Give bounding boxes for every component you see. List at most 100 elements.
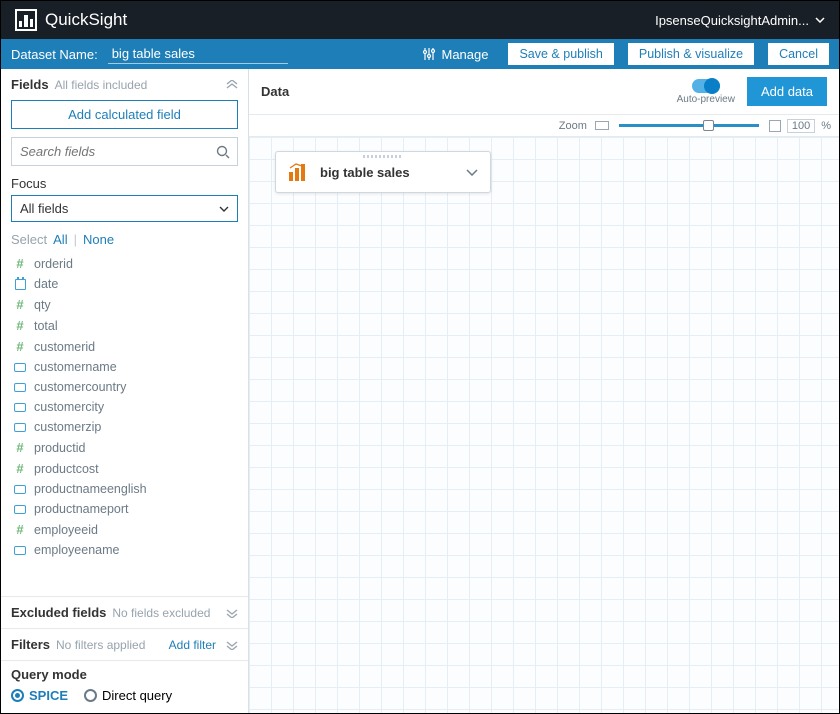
field-name: productid (34, 441, 85, 455)
field-item[interactable]: customercity (11, 397, 238, 417)
zoom-percent-value: 100 (787, 119, 815, 133)
field-name: employeeid (34, 523, 98, 537)
string-type-icon (13, 546, 27, 555)
field-item[interactable]: # productid (11, 437, 238, 458)
field-name: customercity (34, 400, 104, 414)
number-type-icon: # (13, 339, 27, 354)
dataset-name-input[interactable] (108, 44, 288, 64)
field-item[interactable]: # employeeid (11, 519, 238, 540)
add-data-button[interactable]: Add data (747, 77, 827, 106)
zoom-label: Zoom (559, 120, 587, 132)
divider: | (74, 232, 77, 247)
data-title: Data (261, 84, 289, 99)
field-name: date (34, 277, 58, 291)
manage-button[interactable]: Manage (422, 47, 488, 62)
field-name: productnameenglish (34, 482, 147, 496)
field-item[interactable]: productnameport (11, 499, 238, 519)
auto-preview-label: Auto-preview (677, 94, 735, 105)
field-name: customerzip (34, 420, 101, 434)
dataset-node-label: big table sales (320, 165, 456, 180)
user-menu[interactable]: IpsenseQuicksightAdmin... (655, 13, 825, 28)
save-publish-button[interactable]: Save & publish (508, 43, 613, 65)
chevron-down-icon[interactable] (466, 169, 478, 176)
add-filter-link[interactable]: Add filter (169, 638, 216, 652)
query-mode-direct-radio[interactable]: Direct query (84, 688, 172, 703)
number-type-icon: # (13, 461, 27, 476)
manage-label: Manage (441, 47, 488, 62)
number-type-icon: # (13, 522, 27, 537)
search-fields-input[interactable] (11, 137, 238, 166)
fields-title: Fields (11, 77, 49, 92)
select-label: Select (11, 232, 47, 247)
spice-label: SPICE (29, 688, 68, 703)
chevron-down-icon (219, 206, 229, 212)
quicksight-logo-icon (15, 9, 37, 31)
filters-title: Filters (11, 637, 50, 652)
cancel-button[interactable]: Cancel (768, 43, 829, 65)
field-item[interactable]: date (11, 274, 238, 294)
chevron-down-icon (815, 17, 825, 23)
zoom-fit-icon[interactable] (595, 121, 609, 130)
query-mode-spice-radio[interactable]: SPICE (11, 688, 68, 703)
brand: QuickSight (15, 9, 127, 31)
auto-preview-toggle[interactable] (692, 79, 720, 93)
field-item[interactable]: # total (11, 315, 238, 336)
fields-subtitle: All fields included (55, 78, 148, 92)
focus-value: All fields (20, 201, 68, 216)
query-mode-title: Query mode (11, 667, 238, 682)
brand-name: QuickSight (45, 10, 127, 30)
radio-off-icon (84, 689, 97, 702)
number-type-icon: # (13, 440, 27, 455)
select-all-link[interactable]: All (53, 232, 67, 247)
field-item[interactable]: customername (11, 357, 238, 377)
string-type-icon (13, 363, 27, 372)
excluded-title: Excluded fields (11, 605, 106, 620)
field-item[interactable]: employeename (11, 540, 238, 560)
publish-visualize-button[interactable]: Publish & visualize (628, 43, 754, 65)
zoom-slider[interactable] (619, 124, 759, 127)
zoom-slider-handle[interactable] (703, 120, 714, 131)
search-icon (216, 145, 230, 159)
string-type-icon (13, 383, 27, 392)
zoom-percent-unit: % (821, 120, 831, 132)
focus-label: Focus (11, 176, 238, 191)
field-name: productnameport (34, 502, 129, 516)
string-type-icon (13, 505, 27, 514)
radio-on-icon (11, 689, 24, 702)
string-type-icon (13, 423, 27, 432)
field-item[interactable]: # customerid (11, 336, 238, 357)
field-item[interactable]: productnameenglish (11, 479, 238, 499)
number-type-icon: # (13, 256, 27, 271)
field-name: productcost (34, 462, 99, 476)
field-item[interactable]: # productcost (11, 458, 238, 479)
field-name: employeename (34, 543, 119, 557)
grip-icon (363, 155, 403, 158)
add-calculated-field-button[interactable]: Add calculated field (11, 100, 238, 129)
string-type-icon (13, 403, 27, 412)
select-none-link[interactable]: None (83, 232, 114, 247)
expand-excluded-icon[interactable] (226, 608, 238, 618)
field-item[interactable]: # qty (11, 294, 238, 315)
number-type-icon: # (13, 318, 27, 333)
dataset-name-label: Dataset Name: (11, 47, 98, 62)
field-item[interactable]: customercountry (11, 377, 238, 397)
field-name: total (34, 319, 58, 333)
direct-query-label: Direct query (102, 688, 172, 703)
expand-filters-icon[interactable] (226, 640, 238, 650)
filters-subtitle: No filters applied (56, 638, 145, 652)
date-type-icon (13, 279, 27, 290)
excluded-subtitle: No fields excluded (112, 606, 210, 620)
table-icon (288, 162, 310, 182)
focus-select[interactable]: All fields (11, 195, 238, 222)
field-item[interactable]: #orderid (11, 253, 238, 274)
zoom-max-icon[interactable] (769, 120, 781, 132)
field-item[interactable]: customerzip (11, 417, 238, 437)
field-name: customerid (34, 340, 95, 354)
collapse-fields-icon[interactable] (226, 80, 238, 90)
field-name: qty (34, 298, 51, 312)
dataset-node[interactable]: big table sales (275, 151, 491, 193)
number-type-icon: # (13, 297, 27, 312)
string-type-icon (13, 485, 27, 494)
sliders-icon (422, 47, 436, 61)
user-name: IpsenseQuicksightAdmin... (655, 13, 809, 28)
